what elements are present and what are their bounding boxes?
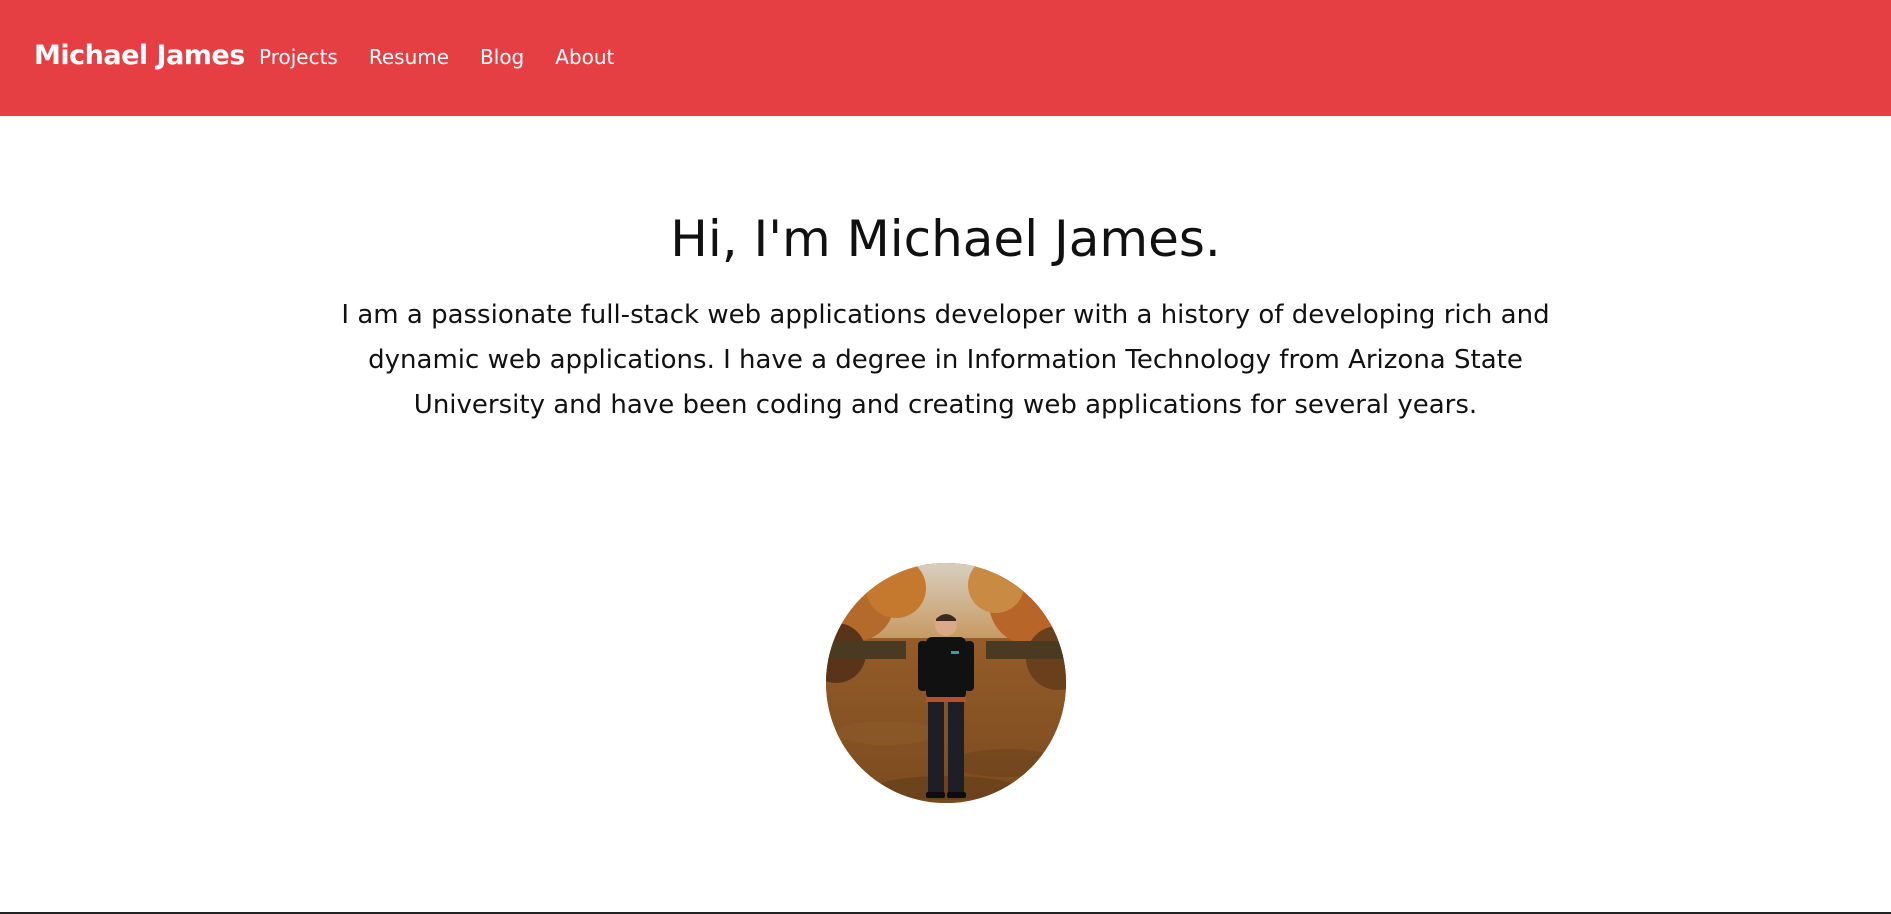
nav-links: Projects Resume Blog About xyxy=(259,45,645,69)
nav-link-resume[interactable]: Resume xyxy=(369,45,449,69)
nav-link-blog[interactable]: Blog xyxy=(480,45,524,69)
profile-photo-icon xyxy=(826,563,1066,803)
nav-link-about[interactable]: About xyxy=(555,45,614,69)
avatar xyxy=(826,563,1066,803)
hero-intro: I am a passionate full-stack web applica… xyxy=(341,300,1550,420)
nav-link-projects[interactable]: Projects xyxy=(259,45,338,69)
hero-title: Hi, I'm Michael James. xyxy=(670,210,1221,268)
brand-link[interactable]: Michael James xyxy=(34,40,245,71)
top-navbar: Michael James Projects Resume Blog About xyxy=(0,0,1891,116)
